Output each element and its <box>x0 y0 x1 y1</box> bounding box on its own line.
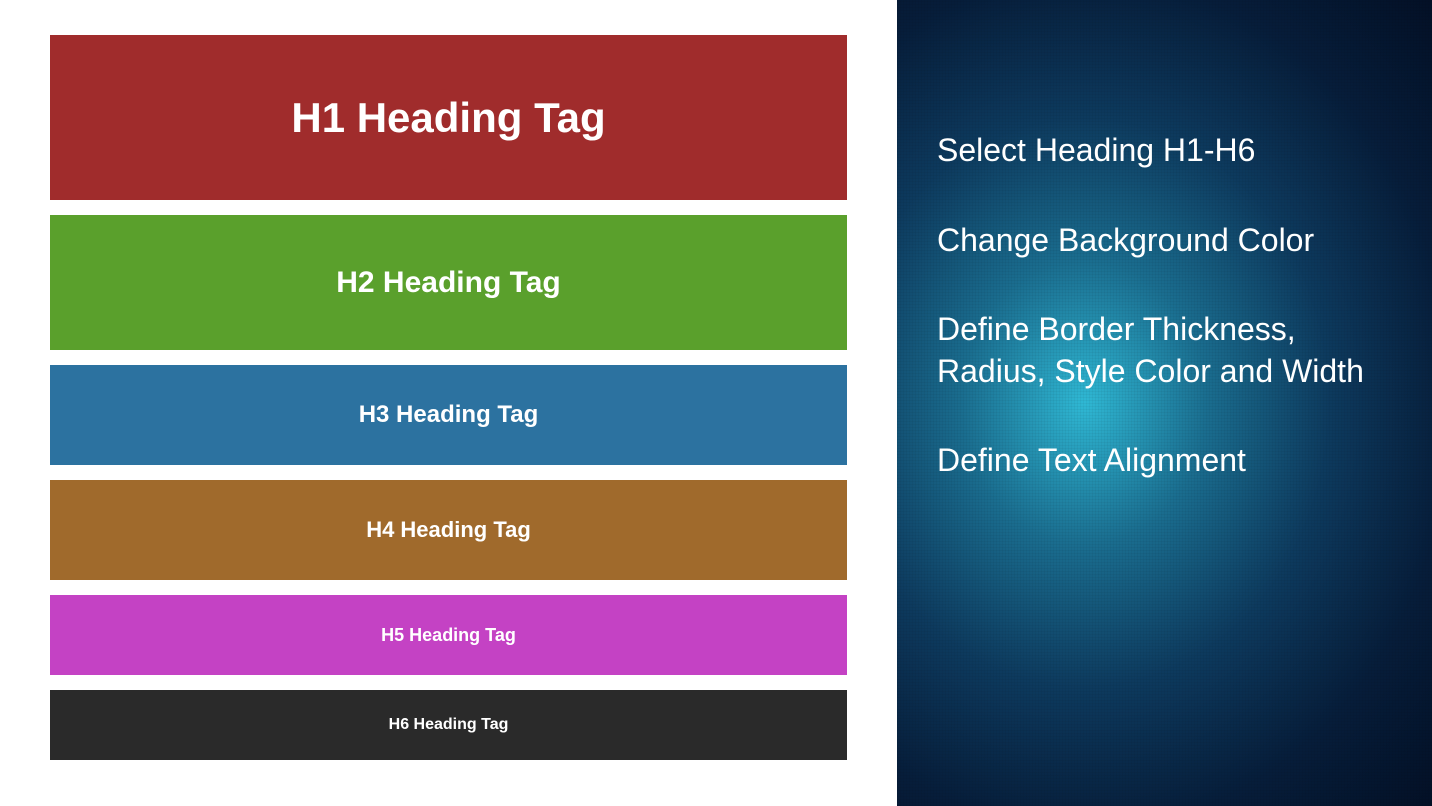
feature-select-heading: Select Heading H1-H6 <box>937 130 1392 172</box>
h4-heading-label: H4 Heading Tag <box>366 517 531 543</box>
h5-heading-label: H5 Heading Tag <box>381 625 516 646</box>
h2-heading-label: H2 Heading Tag <box>336 266 560 300</box>
feature-text-alignment: Define Text Alignment <box>937 440 1392 482</box>
h2-heading-bar: H2 Heading Tag <box>50 215 847 350</box>
h3-heading-bar: H3 Heading Tag <box>50 365 847 465</box>
feature-change-bg-color: Change Background Color <box>937 220 1392 262</box>
headings-preview-panel: H1 Heading Tag H2 Heading Tag H3 Heading… <box>0 0 897 806</box>
h1-heading-label: H1 Heading Tag <box>291 94 605 142</box>
h5-heading-bar: H5 Heading Tag <box>50 595 847 675</box>
h3-heading-label: H3 Heading Tag <box>359 401 539 429</box>
feature-define-border: Define Border Thickness, Radius, Style C… <box>937 309 1392 392</box>
h4-heading-bar: H4 Heading Tag <box>50 480 847 580</box>
h6-heading-bar: H6 Heading Tag <box>50 690 847 760</box>
features-panel: Select Heading H1-H6 Change Background C… <box>897 0 1432 806</box>
h6-heading-label: H6 Heading Tag <box>389 716 509 734</box>
h1-heading-bar: H1 Heading Tag <box>50 35 847 200</box>
